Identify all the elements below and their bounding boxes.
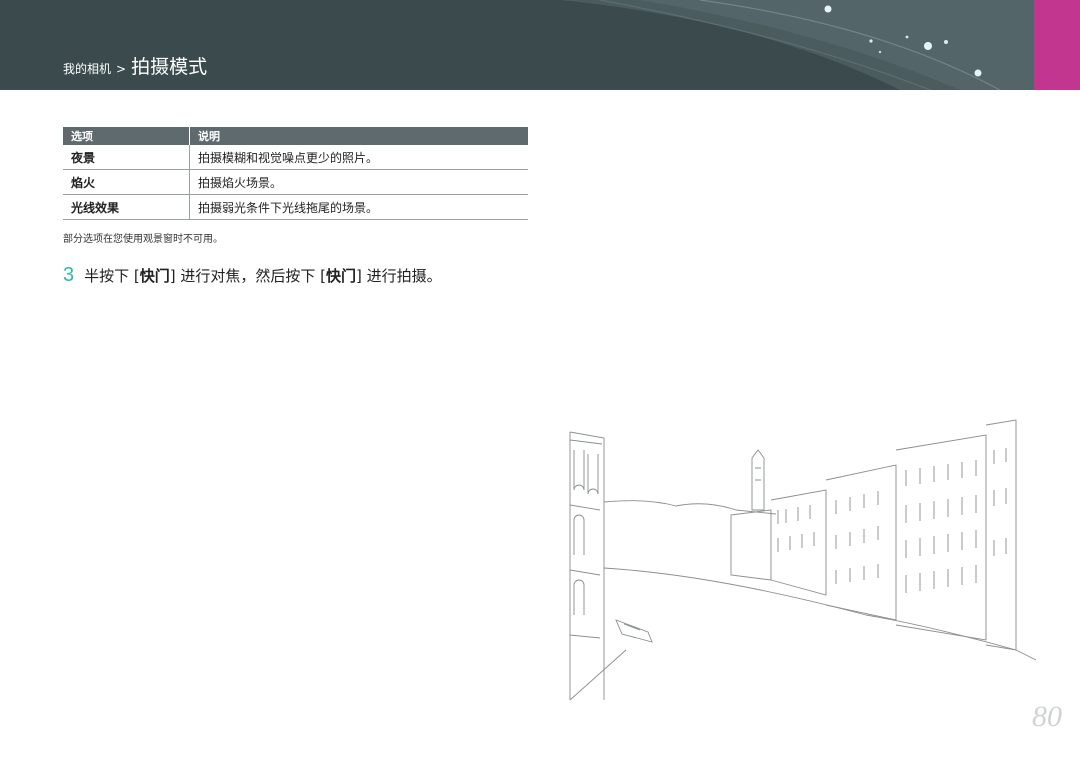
option-description: 拍摄焰火场景。	[189, 169, 528, 195]
table-row: 夜景 拍摄模糊和视觉噪点更少的照片。	[63, 145, 528, 170]
option-name: 夜景	[63, 145, 190, 170]
options-table: 选项 说明 夜景 拍摄模糊和视觉噪点更少的照片。 焰火 拍摄焰火场景。 光线效果…	[63, 127, 528, 220]
city-canal-illustration	[569, 419, 1036, 701]
breadcrumb-separator: >	[116, 62, 127, 76]
table-row: 焰火 拍摄焰火场景。	[63, 169, 528, 195]
option-description: 拍摄弱光条件下光线拖尾的场景。	[189, 194, 528, 220]
step-instruction: 3 半按下 [快门] 进行对焦，然后按下 [快门] 进行拍摄。	[63, 264, 442, 287]
header-banner: 我的相机 > 拍摄模式	[0, 0, 1034, 90]
step-number: 3	[63, 264, 75, 286]
step-text: 半按下 [快门] 进行对焦，然后按下 [快门] 进行拍摄。	[84, 267, 442, 285]
section-tab[interactable]	[1034, 0, 1080, 90]
table-row: 光线效果 拍摄弱光条件下光线拖尾的场景。	[63, 194, 528, 220]
option-description: 拍摄模糊和视觉噪点更少的照片。	[189, 145, 528, 170]
option-name: 光线效果	[63, 194, 190, 220]
breadcrumb-parent[interactable]: 我的相机	[63, 60, 111, 77]
column-header-description: 说明	[189, 127, 528, 145]
page-title: 拍摄模式	[131, 56, 208, 78]
column-header-option: 选项	[63, 127, 190, 145]
shutter-key-label: 快门	[139, 267, 170, 285]
page-number: 80	[1032, 700, 1062, 733]
table-footnote: 部分选项在您使用观景窗时不可用。	[63, 234, 223, 245]
shutter-key-label: 快门	[326, 267, 357, 285]
option-name: 焰火	[63, 169, 190, 195]
breadcrumb: 我的相机 > 拍摄模式	[63, 52, 207, 79]
table-header-row: 选项 说明	[63, 127, 528, 145]
